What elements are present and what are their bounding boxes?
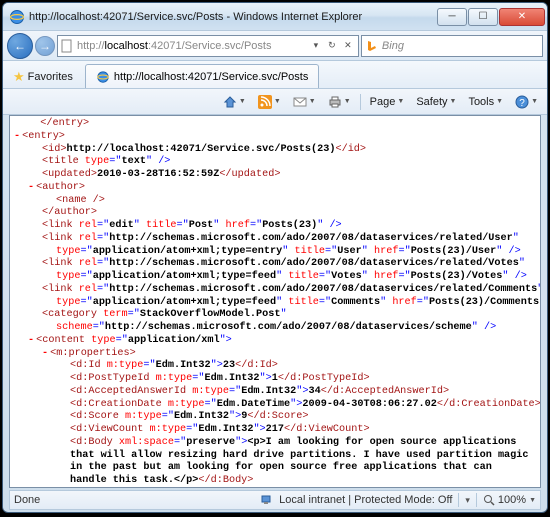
forward-button[interactable]: → bbox=[35, 36, 55, 56]
bing-icon bbox=[365, 39, 379, 53]
address-bar[interactable]: http://localhost:42071/Service.svc/Posts… bbox=[57, 35, 359, 57]
feeds-button[interactable]: ▼ bbox=[255, 93, 284, 111]
svg-text:?: ? bbox=[519, 98, 525, 109]
mail-icon bbox=[293, 95, 307, 109]
zoom-control[interactable]: 100% ▼ bbox=[483, 494, 536, 506]
minimize-button[interactable]: ─ bbox=[437, 8, 467, 26]
zoom-icon bbox=[483, 494, 495, 506]
xml-content: </entry> -<entry> <id>http://localhost:4… bbox=[9, 115, 541, 488]
titlebar: http://localhost:42071/Service.svc/Posts… bbox=[3, 3, 547, 31]
search-placeholder: Bing bbox=[382, 40, 404, 52]
safety-menu[interactable]: Safety▼ bbox=[413, 94, 459, 110]
tools-menu[interactable]: Tools▼ bbox=[465, 94, 506, 110]
rss-icon bbox=[258, 95, 272, 109]
status-text: Done bbox=[14, 494, 40, 506]
home-button[interactable]: ▼ bbox=[220, 93, 249, 111]
ie-icon bbox=[9, 9, 25, 25]
ie-icon bbox=[96, 70, 110, 84]
help-icon: ? bbox=[515, 95, 529, 109]
maximize-button[interactable]: ☐ bbox=[468, 8, 498, 26]
browser-tab[interactable]: http://localhost:42071/Service.svc/Posts bbox=[85, 64, 319, 88]
dropdown-icon[interactable]: ▾ bbox=[308, 38, 324, 54]
tab-label: http://localhost:42071/Service.svc/Posts bbox=[114, 71, 308, 83]
help-button[interactable]: ?▼ bbox=[512, 93, 541, 111]
print-icon bbox=[328, 95, 342, 109]
command-bar: ▼ ▼ ▼ ▼ Page▼ Safety▼ Tools▼ ?▼ bbox=[3, 89, 547, 115]
back-button[interactable]: ← bbox=[7, 33, 33, 59]
favorites-bar: ★ Favorites http://localhost:42071/Servi… bbox=[3, 61, 547, 89]
print-button[interactable]: ▼ bbox=[325, 93, 354, 111]
page-icon bbox=[60, 39, 74, 53]
search-box[interactable]: Bing bbox=[361, 35, 543, 57]
nav-bar: ← → http://localhost:42071/Service.svc/P… bbox=[3, 31, 547, 61]
refresh-button[interactable]: ↻ bbox=[324, 38, 340, 54]
status-bar: Done Local intranet | Protected Mode: Of… bbox=[9, 490, 541, 510]
stop-button[interactable]: ✕ bbox=[340, 38, 356, 54]
close-button[interactable]: ✕ bbox=[499, 8, 545, 26]
star-icon: ★ bbox=[13, 69, 25, 85]
mail-button[interactable]: ▼ bbox=[290, 93, 319, 111]
page-menu[interactable]: Page▼ bbox=[367, 94, 408, 110]
home-icon bbox=[223, 95, 237, 109]
security-zone: Local intranet | Protected Mode: Off bbox=[279, 494, 452, 506]
favorites-button[interactable]: ★ Favorites bbox=[7, 66, 79, 88]
window-title: http://localhost:42071/Service.svc/Posts… bbox=[29, 11, 436, 23]
protected-mode-icon[interactable]: ▾ bbox=[465, 495, 470, 506]
intranet-icon bbox=[259, 493, 273, 507]
browser-window: http://localhost:42071/Service.svc/Posts… bbox=[2, 2, 548, 513]
url-text: http://localhost:42071/Service.svc/Posts bbox=[77, 40, 308, 52]
